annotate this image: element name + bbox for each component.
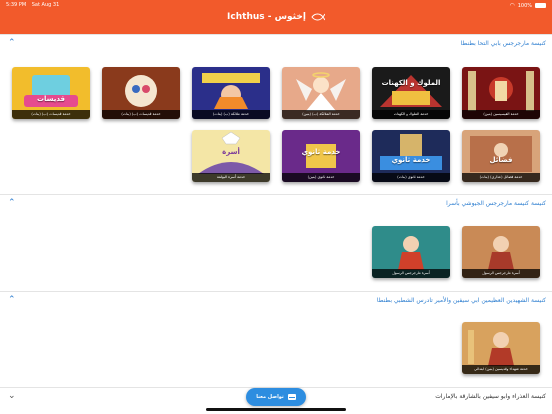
service-card[interactable]: خدمة ملائكة (ب) (بنات) xyxy=(192,67,270,119)
status-date: Sat Aug 31 xyxy=(31,2,60,8)
card-label: خدمة القيسيسين (بنين) xyxy=(462,110,540,119)
section-title: كنيسة كنيسة مارجرجس الجيوشي بأسرا xyxy=(446,200,546,207)
service-card[interactable]: أسرة خدمة أسرة البولمة xyxy=(192,130,270,182)
mail-icon xyxy=(287,394,296,400)
card-art-text: فضائل xyxy=(489,156,513,164)
section-header-2[interactable]: ⌃ كنيسة كنيسة مارجرجس الجيوشي بأسرا xyxy=(0,194,552,214)
card-label: أسرة مارجرجس الرسول xyxy=(462,269,540,278)
card-label: أسرة مارجرجس الرسول xyxy=(372,269,450,278)
fish-icon xyxy=(311,13,325,21)
service-card[interactable]: خدمة ثانوي خدمة ثانوي (بنين) xyxy=(282,130,360,182)
section-header-1[interactable]: ⌃ كنيسة مارجرجس بابي التحا بطنطا xyxy=(0,34,552,54)
contact-us-button[interactable]: تواصل معنا xyxy=(246,388,306,406)
card-label: خدمة شهداء وقديسين (بنين) ابتدائي xyxy=(462,365,540,374)
card-art-text: أسرة xyxy=(222,148,240,156)
card-label: خدمة قديسات (ب) (بنات) xyxy=(12,110,90,119)
section-header-3[interactable]: ⌃ كنيسة الشهيدين العظيمين ابي سيفين والأ… xyxy=(0,291,552,311)
service-card[interactable]: خدمة ثانوي خدمة ثانوي (بنات) xyxy=(372,130,450,182)
contact-us-label: تواصل معنا xyxy=(256,394,284,400)
service-card[interactable]: الملوك و الكهنات خدمة الملوك و الكهنات xyxy=(372,67,450,119)
card-label: خدمة ثانوي (بنات) xyxy=(372,173,450,182)
card-label: خدمة ثانوي (بنين) xyxy=(282,173,360,182)
section-title: كنيسة العذراء وابو سيفين بالشارقة بالإما… xyxy=(435,393,546,400)
chevron-down-icon[interactable]: ⌄ xyxy=(8,391,16,401)
service-card[interactable]: فضائل خدمة فضائل (عذاري) (بنات) xyxy=(462,130,540,182)
service-card[interactable]: خدمة القيسيسين (بنين) xyxy=(462,67,540,119)
card-label: خدمة أسرة البولمة xyxy=(192,173,270,182)
service-card[interactable]: قديسات خدمة قديسات (ب) (بنات) xyxy=(12,67,90,119)
card-label: خدمة قديسات (ب) (بنات) xyxy=(102,110,180,119)
service-card[interactable]: خدمة الملائكة (ب) (بنين) xyxy=(282,67,360,119)
card-label: خدمة ملائكة (ب) (بنات) xyxy=(192,110,270,119)
card-art-text: خدمة ثانوي xyxy=(301,148,341,156)
status-bar: 5:39 PM Sat Aug 31 ◠ 100% xyxy=(0,0,552,10)
section-title: كنيسة الشهيدين العظيمين ابي سيفين والأمي… xyxy=(376,297,546,304)
service-card[interactable]: أسرة مارجرجس الرسول xyxy=(462,226,540,278)
page-title: Ichthus - إخثوس xyxy=(227,12,306,22)
card-art-text: الملوك و الكهنات xyxy=(381,79,441,87)
wifi-icon: ◠ xyxy=(509,2,515,9)
battery-icon xyxy=(535,3,546,8)
card-label: خدمة فضائل (عذاري) (بنات) xyxy=(462,173,540,182)
card-label: خدمة الملائكة (ب) (بنين) xyxy=(282,110,360,119)
card-art-text: قديسات xyxy=(36,95,66,103)
section-title: كنيسة مارجرجس بابي التحا بطنطا xyxy=(460,40,546,47)
battery-percent: 100% xyxy=(517,2,532,9)
service-card[interactable]: أسرة مارجرجس الرسول xyxy=(372,226,450,278)
service-card[interactable]: خدمة قديسات (ب) (بنات) xyxy=(102,67,180,119)
status-time: 5:39 PM xyxy=(6,2,27,8)
chevron-up-icon[interactable]: ⌃ xyxy=(8,198,16,208)
card-art-text: خدمة ثانوي xyxy=(391,156,431,164)
app-header: 5:39 PM Sat Aug 31 ◠ 100% Ichthus - إخثو… xyxy=(0,0,552,34)
card-label: خدمة الملوك و الكهنات xyxy=(372,110,450,119)
chevron-up-icon[interactable]: ⌃ xyxy=(8,38,16,48)
home-indicator[interactable] xyxy=(206,408,346,411)
service-card[interactable]: خدمة شهداء وقديسين (بنين) ابتدائي xyxy=(462,322,540,374)
chevron-up-icon[interactable]: ⌃ xyxy=(8,295,16,305)
